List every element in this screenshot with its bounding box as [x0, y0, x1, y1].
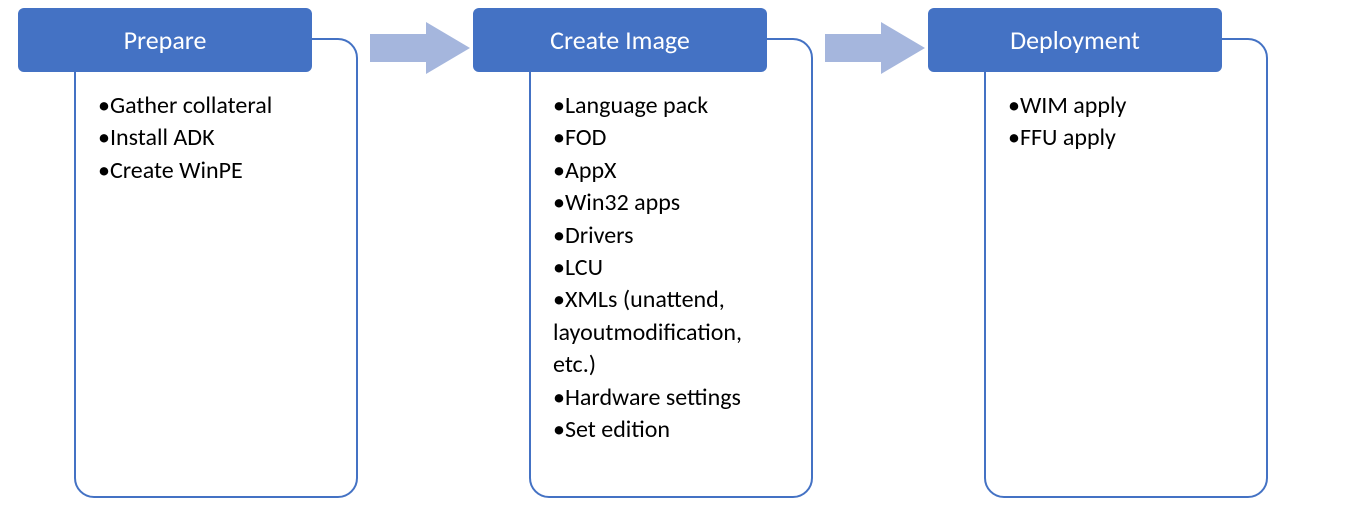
stage-create-image-body: Language pack FOD AppX Win32 apps Driver…: [529, 38, 813, 498]
stage-prepare-body: Gather collateral Install ADK Create Win…: [74, 38, 358, 498]
stage-create-image-header: Create Image: [473, 8, 767, 72]
list-item: FOD: [553, 122, 789, 154]
list-item: FFU apply: [1008, 122, 1244, 154]
arrow-icon: [370, 22, 470, 74]
list-item: Hardware settings: [553, 382, 789, 414]
list-item: Language pack: [553, 90, 789, 122]
list-item: Gather collateral: [98, 90, 334, 122]
stage-prepare-header: Prepare: [18, 8, 312, 72]
stage-prepare-list: Gather collateral Install ADK Create Win…: [98, 90, 334, 187]
list-item: WIM apply: [1008, 90, 1244, 122]
list-item: LCU: [553, 252, 789, 284]
stage-create-image-list: Language pack FOD AppX Win32 apps Driver…: [553, 90, 789, 446]
list-item: Set edition: [553, 414, 789, 446]
list-item: Install ADK: [98, 122, 334, 154]
list-item: AppX: [553, 155, 789, 187]
diagram-canvas: Prepare Gather collateral Install ADK Cr…: [0, 0, 1360, 515]
stage-deployment-list: WIM apply FFU apply: [1008, 90, 1244, 155]
stage-deployment-body: WIM apply FFU apply: [984, 38, 1268, 498]
list-item: Drivers: [553, 220, 789, 252]
stage-deployment-header: Deployment: [928, 8, 1222, 72]
arrow-icon: [825, 22, 925, 74]
list-item: XMLs (unattend, layoutmodification, etc.…: [553, 284, 789, 381]
list-item: Create WinPE: [98, 155, 334, 187]
list-item: Win32 apps: [553, 187, 789, 219]
